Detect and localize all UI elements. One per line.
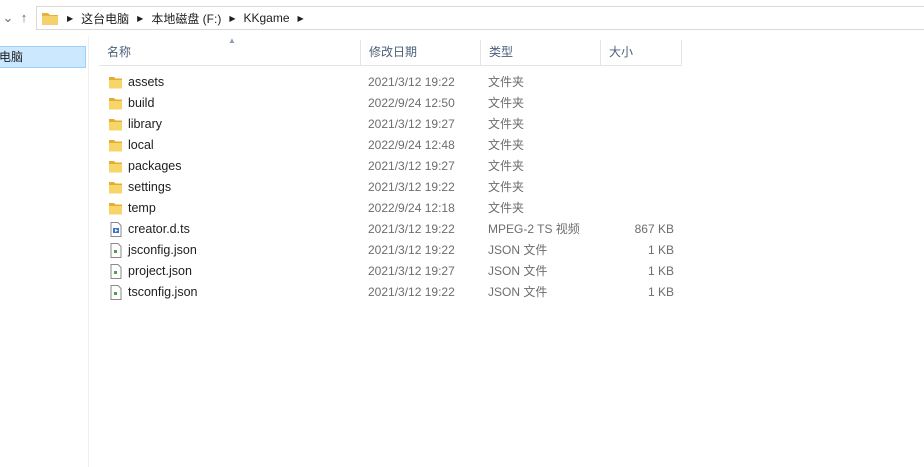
file-modified-date: 2021/3/12 19:22 xyxy=(368,243,455,257)
file-modified-date: 2021/3/12 19:22 xyxy=(368,222,455,236)
column-header-type[interactable]: 类型 xyxy=(481,40,601,65)
file-name: build xyxy=(128,96,155,110)
file-modified-date: 2021/3/12 19:27 xyxy=(368,159,455,173)
file-modified-date: 2021/3/12 19:22 xyxy=(368,180,455,194)
file-name: jsconfig.json xyxy=(128,243,197,257)
file-type: 文件夹 xyxy=(488,159,525,173)
folder-icon xyxy=(109,98,122,110)
file-name: packages xyxy=(128,159,182,173)
folder-icon xyxy=(109,161,122,173)
file-row[interactable]: assets 2021/3/12 19:22 文件夹 xyxy=(99,72,682,93)
file-modified-date: 2021/3/12 19:22 xyxy=(368,285,455,299)
column-header-type-label: 类型 xyxy=(489,45,514,59)
file-modified-date: 2021/3/12 19:27 xyxy=(368,117,455,131)
column-header-size-label: 大小 xyxy=(609,45,634,59)
breadcrumb-kkgame[interactable]: KKgame xyxy=(243,11,289,25)
file-type: MPEG-2 TS 视频 xyxy=(488,222,580,236)
recent-locations-chevron-icon[interactable]: ⌄ xyxy=(0,9,16,27)
file-type: JSON 文件 xyxy=(488,243,548,257)
file-modified-date: 2022/9/24 12:18 xyxy=(368,201,455,215)
navigation-row: ⌄ ↑ ▶ 这台电脑 ▶ 本地磁盘 (F:) ▶ KKgame ▶ xyxy=(0,0,924,36)
file-type: 文件夹 xyxy=(488,75,525,89)
file-modified-date: 2022/9/24 12:50 xyxy=(368,96,455,110)
file-modified-date: 2022/9/24 12:48 xyxy=(368,138,455,152)
breadcrumb-separator-icon[interactable]: ▶ xyxy=(229,14,235,23)
file-row[interactable]: library 2021/3/12 19:27 文件夹 xyxy=(99,114,682,135)
column-header-date-label: 修改日期 xyxy=(369,45,418,59)
file-type: 文件夹 xyxy=(488,201,525,215)
breadcrumb-local-disk[interactable]: 本地磁盘 (F:) xyxy=(151,10,221,27)
file-name: tsconfig.json xyxy=(128,285,198,299)
file-row[interactable]: settings 2021/3/12 19:22 文件夹 xyxy=(99,177,682,198)
breadcrumb-separator-icon[interactable]: ▶ xyxy=(298,14,304,23)
folder-icon xyxy=(109,182,122,194)
file-row[interactable]: creator.d.ts 2021/3/12 19:22 MPEG-2 TS 视频 8… xyxy=(99,219,682,240)
file-row[interactable]: project.json 2021/3/12 19:27 JSON 文件 1 KB xyxy=(99,261,682,282)
file-size: 1 KB xyxy=(647,243,674,257)
json-file-icon xyxy=(110,285,122,300)
folder-icon xyxy=(109,140,122,152)
video-file-icon xyxy=(110,222,122,237)
file-type: 文件夹 xyxy=(488,138,525,152)
sort-ascending-icon: ▲ xyxy=(228,36,236,45)
breadcrumb-separator-icon[interactable]: ▶ xyxy=(67,14,73,23)
file-list: assets 2021/3/12 19:22 文件夹 build 2022/9/24 1… xyxy=(99,72,682,303)
json-file-icon xyxy=(110,243,122,258)
file-row[interactable]: tsconfig.json 2021/3/12 19:22 JSON 文件 1 KB xyxy=(99,282,682,303)
file-modified-date: 2021/3/12 19:22 xyxy=(368,75,455,89)
file-size: 867 KB xyxy=(634,222,674,236)
up-arrow-icon[interactable]: ↑ xyxy=(16,9,32,27)
file-size: 1 KB xyxy=(647,264,674,278)
address-bar[interactable]: ▶ 这台电脑 ▶ 本地磁盘 (F:) ▶ KKgame ▶ xyxy=(36,6,924,30)
file-size: 1 KB xyxy=(647,285,674,299)
file-modified-date: 2021/3/12 19:27 xyxy=(368,264,455,278)
folder-icon xyxy=(42,13,58,25)
nav-item-label: 电脑 xyxy=(0,50,24,64)
column-header-date[interactable]: 修改日期 xyxy=(361,40,481,65)
folder-icon xyxy=(109,77,122,89)
file-row[interactable]: jsconfig.json 2021/3/12 19:22 JSON 文件 1 KB xyxy=(99,240,682,261)
navigation-pane: 电脑 xyxy=(0,36,89,467)
file-name: local xyxy=(128,138,154,152)
column-header-row: 名称 ▲ 修改日期 类型 大小 xyxy=(99,36,682,66)
column-header-size[interactable]: 大小 xyxy=(601,40,682,65)
file-type: JSON 文件 xyxy=(488,264,548,278)
file-type: 文件夹 xyxy=(488,96,525,110)
file-name: temp xyxy=(128,201,156,215)
file-type: JSON 文件 xyxy=(488,285,548,299)
file-name: assets xyxy=(128,75,165,89)
file-row[interactable]: build 2022/9/24 12:50 文件夹 xyxy=(99,93,682,114)
file-name: settings xyxy=(128,180,172,194)
json-file-icon xyxy=(110,264,122,279)
breadcrumb-this-pc[interactable]: 这台电脑 xyxy=(81,10,129,27)
file-name: creator.d.ts xyxy=(128,222,190,236)
file-row[interactable]: packages 2021/3/12 19:27 文件夹 xyxy=(99,156,682,177)
file-type: 文件夹 xyxy=(488,180,525,194)
folder-icon xyxy=(109,119,122,131)
file-type: 文件夹 xyxy=(488,117,525,131)
folder-icon xyxy=(109,203,122,215)
column-header-name-label: 名称 xyxy=(107,45,132,59)
nav-item-this-pc[interactable]: 电脑 xyxy=(0,46,86,68)
breadcrumb-separator-icon[interactable]: ▶ xyxy=(137,14,143,23)
file-name: library xyxy=(128,117,163,131)
file-row[interactable]: local 2022/9/24 12:48 文件夹 xyxy=(99,135,682,156)
file-name: project.json xyxy=(128,264,192,278)
file-row[interactable]: temp 2022/9/24 12:18 文件夹 xyxy=(99,198,682,219)
